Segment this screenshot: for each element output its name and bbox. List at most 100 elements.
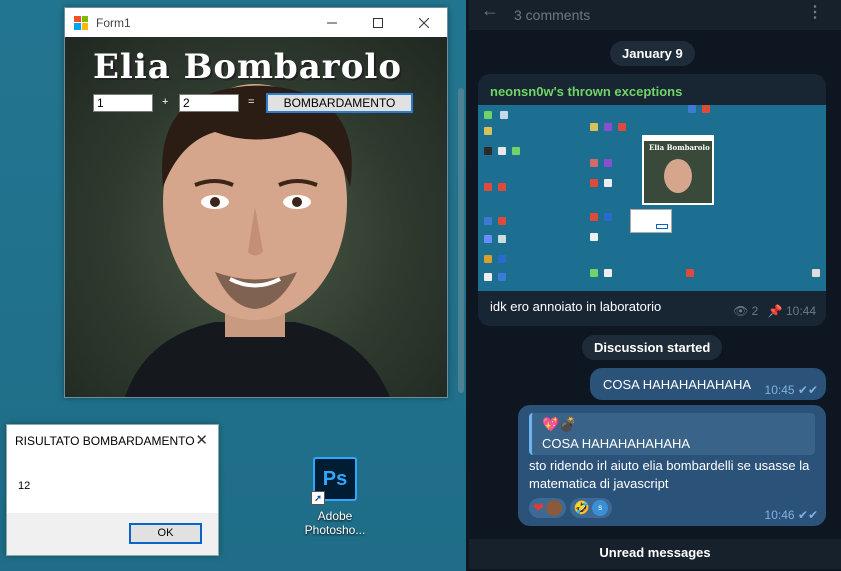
form1-titlebar[interactable]: Form1 [65,8,447,37]
channel-post[interactable]: neonsn0w's thrown exceptions Elia Bombar… [478,74,826,326]
message-text: sto ridendo irl aiuto elia bombardelli s… [529,458,810,491]
reply-quote-text: COSA HAHAHAHAHAHA [542,436,691,451]
mini-desktop-icon [604,213,612,221]
discussion-started-separator: Discussion started [582,335,723,360]
telegram-chat: ← 3 comments ⋮ January 9 neonsn0w's thro… [469,0,841,571]
mini-desktop-icon [498,217,506,225]
mini-ok-button [656,224,668,229]
kebab-menu-icon[interactable]: ⋮ [807,2,823,22]
photoshop-label: Adobe Photosho... [297,509,373,537]
photoshop-label-line2: Photosho... [304,523,366,537]
minimize-icon [327,22,337,23]
message-meta: 10:46 ✔✔ [765,508,818,522]
double-check-icon: ✔✔ [797,383,818,397]
mini-result-dialog [630,209,672,233]
result-dialog: RISULTATO BOMBARDAMENTO ✕ 12 OK [6,424,219,556]
mini-desktop-icon [590,213,598,221]
mini-desktop-icon [484,111,492,119]
mini-desktop-icon [498,235,506,243]
message-text: COSA HAHAHAHAHAHA [603,377,752,392]
message-time: 10:45 [764,383,795,397]
post-caption: idk ero annoiato in laboratorio [490,299,662,314]
close-button[interactable] [401,8,447,37]
heart-reaction[interactable]: ❤ [529,498,566,518]
photoshop-glyph: Ps [322,468,348,490]
double-check-icon: ✔✔ [797,508,818,522]
portrait-background-image [125,84,390,397]
laugh-reaction[interactable]: 🤣 s [569,498,613,518]
equals-label: = [248,96,255,108]
post-meta: 👁 2 📌 10:44 [733,304,816,318]
channel-name[interactable]: neonsn0w's thrown exceptions [490,84,682,99]
eye-icon: 👁 [733,304,749,318]
mini-desktop-icon [498,273,506,281]
mini-desktop-icon [498,255,506,263]
mini-desktop-icon [498,183,506,191]
photoshop-shortcut[interactable]: Ps ➚ Adobe Photosho... [297,457,373,537]
pin-icon: 📌 [767,304,783,318]
comments-count: 3 comments [514,7,591,23]
post-screenshot-image[interactable]: Elia Bombarolo [478,105,826,291]
mini-desktop-icon [604,159,612,167]
close-icon [419,17,429,28]
mini-portrait [664,159,692,193]
mini-desktop-icon [702,105,710,113]
rofl-emoji-icon: 🤣 [573,500,591,515]
form1-window: Form1 Elia Bombarolo 1 + 2 = BOMBARDAMEN… [64,7,448,398]
form1-title: Form1 [96,15,131,30]
input-b-field[interactable] [179,94,239,112]
outgoing-message[interactable]: COSA HAHAHAHAHAHA 10:45 ✔✔ [590,368,826,400]
mini-desktop-icon [590,179,598,187]
mini-desktop-icon [484,183,492,191]
minimize-button[interactable] [309,8,355,37]
input-a-field[interactable] [93,94,153,112]
mini-desktop-icon [500,111,508,119]
mini-desktop-icon [590,233,598,241]
desktop-scrollbar[interactable] [458,88,464,393]
bombardamento-button[interactable]: BOMBARDAMENTO [266,93,413,113]
outgoing-reply-message[interactable]: 💖💣 COSA HAHAHAHAHAHA sto ridendo irl aiu… [518,405,826,526]
mini-desktop-icon [590,159,598,167]
message-meta: 10:45 ✔✔ [765,383,818,397]
mini-desktop-icon [618,123,626,131]
reply-emoji: 💖💣 [542,416,577,432]
mini-form1-client: Elia Bombarolo [644,141,712,203]
message-time: 10:46 [764,508,795,522]
mini-desktop-icon [484,235,492,243]
form1-client-area: Elia Bombarolo + = BOMBARDAMENTO [65,37,447,397]
mini-desktop-icon [498,147,506,155]
dialog-close-icon[interactable]: ✕ [195,431,208,449]
maximize-button[interactable] [355,8,401,37]
mini-desktop-icon [590,269,598,277]
photoshop-icon: Ps ➚ [311,457,357,505]
arrow-left-icon[interactable]: ← [481,0,499,21]
avatar: s [592,500,609,516]
mini-desktop-icon [604,269,612,277]
mini-desktop-icon [484,147,492,155]
chat-header: ← 3 comments ⋮ [469,0,841,30]
mini-desktop-icon [686,269,694,277]
mini-form1-window: Elia Bombarolo [642,135,714,205]
mini-form1-heading: Elia Bombarolo [649,143,710,152]
mini-desktop-icon [484,217,492,225]
desktop: Form1 Elia Bombarolo 1 + 2 = BOMBARDAMEN… [0,0,467,571]
mini-desktop-icon [484,127,492,135]
form1-heading: Elia Bombarolo [93,47,402,87]
mini-desktop-icon [484,273,492,281]
dialog-title: RISULTATO BOMBARDAMENTO [15,434,195,448]
mini-desktop-icon [604,123,612,131]
winforms-app-icon [74,15,88,30]
shortcut-arrow-icon: ➚ [311,491,325,505]
avatar [545,500,562,516]
dialog-ok-button[interactable]: OK [129,523,202,544]
reactions-bar: ❤ 🤣 s [529,498,613,518]
dialog-message: 12 [18,480,31,492]
mini-desktop-icon [812,269,820,277]
reply-quote[interactable]: 💖💣 COSA HAHAHAHAHAHA [529,413,815,455]
post-time: 10:44 [785,304,816,318]
mini-desktop-icon [512,147,520,155]
unread-messages-bar[interactable]: Unread messages [469,539,841,569]
post-views: 2 [751,304,759,318]
maximize-icon [373,17,383,28]
mini-desktop-icon [688,105,696,113]
